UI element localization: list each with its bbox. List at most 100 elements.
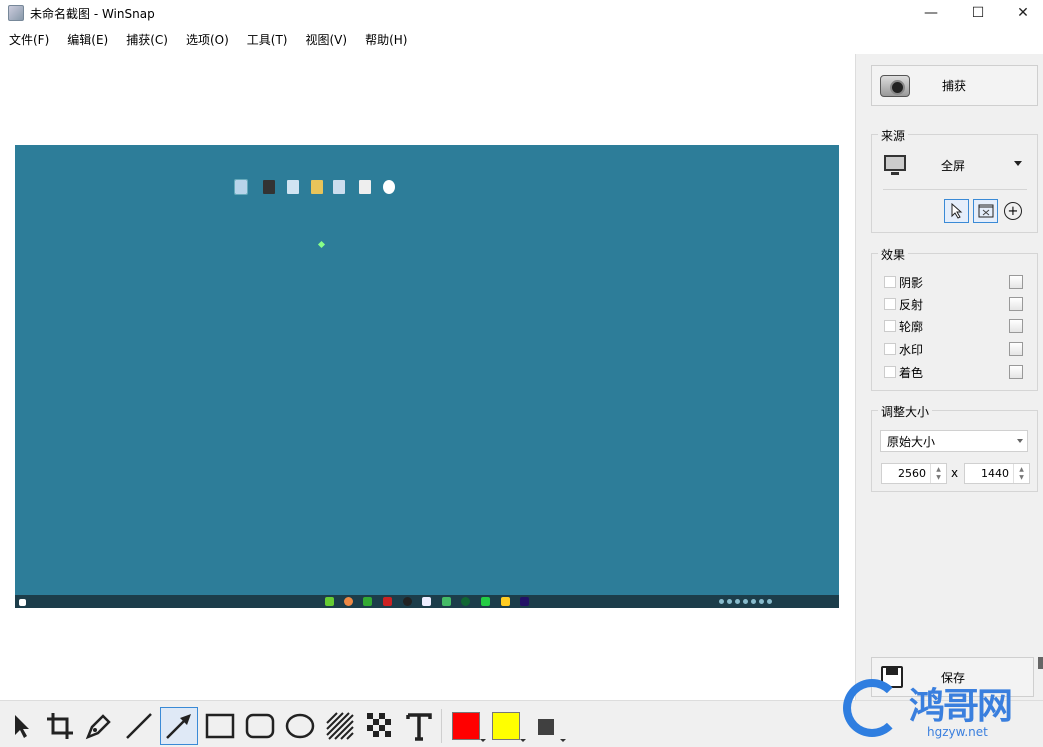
taskbar-icon <box>422 597 431 606</box>
effect-label: 反射 <box>899 297 924 312</box>
taskbar-icon <box>403 597 412 606</box>
camera-icon <box>880 74 910 97</box>
watermark-url: hgzyw.net <box>927 725 988 739</box>
menu-capture[interactable]: 捕获(C) <box>117 28 177 52</box>
capture-button[interactable]: 捕获 <box>871 65 1038 106</box>
chevron-down-icon[interactable] <box>560 739 566 742</box>
rounded-rectangle-icon <box>245 713 275 739</box>
pointer-tool[interactable] <box>2 707 40 745</box>
add-source-button[interactable]: + <box>1004 202 1022 220</box>
text-tool[interactable] <box>400 707 438 745</box>
reflection-options-button[interactable] <box>1009 297 1023 311</box>
screenshot-taskbar <box>15 595 839 608</box>
outline-checkbox[interactable] <box>884 320 896 332</box>
taskbar-icon <box>461 597 470 606</box>
divider <box>883 189 1027 190</box>
height-value: 1440 <box>981 467 1009 480</box>
fill-color-swatch[interactable] <box>538 719 554 735</box>
source-select[interactable]: 全屏 <box>941 157 965 174</box>
desktop-icon <box>234 179 248 195</box>
effect-colorize[interactable]: 着色 <box>884 364 923 380</box>
watermark-brand: 鸿哥网 <box>909 685 1013 727</box>
width-value: 2560 <box>898 467 926 480</box>
line-icon <box>126 713 152 739</box>
chevron-down-icon[interactable] <box>1014 161 1022 166</box>
close-button[interactable]: ✕ <box>1000 0 1043 26</box>
system-tray <box>719 599 799 605</box>
rectangle-tool[interactable] <box>201 707 239 745</box>
menu-bar: 文件(F) 编辑(E) 捕获(C) 选项(O) 工具(T) 视图(V) 帮助(H… <box>0 28 1043 52</box>
primary-color-swatch[interactable] <box>452 712 480 740</box>
menu-file[interactable]: 文件(F) <box>0 28 58 52</box>
taskbar-icon <box>344 597 353 606</box>
taskbar-icon <box>442 597 451 606</box>
pixelate-icon <box>367 713 391 737</box>
effect-outline[interactable]: 轮廓 <box>884 318 923 334</box>
desktop-icon <box>333 180 345 194</box>
shadow-options-button[interactable] <box>1009 275 1023 289</box>
minimize-button[interactable]: — <box>908 0 954 26</box>
window-title: 未命名截图 - WinSnap <box>30 6 155 21</box>
width-spinner[interactable]: ▲ ▼ <box>930 464 946 483</box>
colorize-checkbox[interactable] <box>884 366 896 378</box>
menu-help[interactable]: 帮助(H) <box>356 28 416 52</box>
rounded-rectangle-tool[interactable] <box>241 707 279 745</box>
arrow-tool[interactable] <box>160 707 198 745</box>
effect-watermark[interactable]: 水印 <box>884 341 923 357</box>
rectangle-icon <box>205 713 235 739</box>
effect-shadow[interactable]: 阴影 <box>884 274 923 290</box>
highlight-tool[interactable] <box>321 707 359 745</box>
crop-tool[interactable] <box>41 707 79 745</box>
menu-view[interactable]: 视图(V) <box>297 28 357 52</box>
outline-options-button[interactable] <box>1009 319 1023 333</box>
plus-icon: + <box>1007 203 1019 219</box>
effects-group: 效果 阴影 反射 轮廓 水印 着色 <box>871 246 1038 391</box>
ellipse-tool[interactable] <box>281 707 319 745</box>
text-icon <box>406 713 432 741</box>
width-input[interactable]: 2560 ▲ ▼ <box>881 463 947 484</box>
pen-tool[interactable] <box>80 707 118 745</box>
shadow-checkbox[interactable] <box>884 276 896 288</box>
resize-mode-select[interactable]: 原始大小 <box>880 430 1028 452</box>
maximize-button[interactable]: ☐ <box>955 0 1001 26</box>
taskbar-icon <box>501 597 510 606</box>
cursor-icon <box>317 240 326 249</box>
watermark-checkbox[interactable] <box>884 343 896 355</box>
crop-icon <box>47 713 73 739</box>
height-spinner[interactable]: ▲ ▼ <box>1013 464 1029 483</box>
menu-edit[interactable]: 编辑(E) <box>58 28 117 52</box>
sidebar-panel: 捕获 来源 全屏 + 效果 阴影 反射 轮廓 水印 着色 调整大小 原始大小 2… <box>855 54 1043 732</box>
source-title: 来源 <box>878 127 909 144</box>
app-icon <box>8 5 24 21</box>
secondary-color-swatch[interactable] <box>492 712 520 740</box>
chevron-down-icon[interactable] <box>480 739 486 742</box>
height-input[interactable]: 1440 ▲ ▼ <box>964 463 1030 484</box>
pixelate-tool[interactable] <box>361 707 399 745</box>
desktop-icon <box>359 180 371 194</box>
colorize-options-button[interactable] <box>1009 365 1023 379</box>
window-mode-button[interactable] <box>973 199 998 223</box>
reflection-checkbox[interactable] <box>884 298 896 310</box>
chevron-down-icon <box>1017 439 1023 443</box>
effect-reflection[interactable]: 反射 <box>884 296 923 312</box>
desktop-icon <box>287 180 299 194</box>
source-group: 来源 全屏 + <box>871 127 1038 233</box>
taskbar-icon <box>363 597 372 606</box>
effect-label: 轮廓 <box>899 319 924 334</box>
ellipse-icon <box>285 713 315 739</box>
line-tool[interactable] <box>120 707 158 745</box>
captured-image[interactable] <box>15 145 839 608</box>
toolbar-divider <box>441 709 442 743</box>
menu-tools[interactable]: 工具(T) <box>238 28 297 52</box>
chevron-down-icon[interactable] <box>520 739 526 742</box>
taskbar-icon <box>481 597 490 606</box>
arrow-icon <box>166 714 191 739</box>
desktop-icon <box>383 180 395 194</box>
include-cursor-button[interactable] <box>944 199 969 223</box>
start-icon <box>19 599 26 606</box>
save-dropdown-tab[interactable] <box>1038 657 1043 669</box>
resize-title: 调整大小 <box>878 403 933 420</box>
watermark-options-button[interactable] <box>1009 342 1023 356</box>
resize-mode-value: 原始大小 <box>887 434 936 449</box>
menu-options[interactable]: 选项(O) <box>177 28 238 52</box>
